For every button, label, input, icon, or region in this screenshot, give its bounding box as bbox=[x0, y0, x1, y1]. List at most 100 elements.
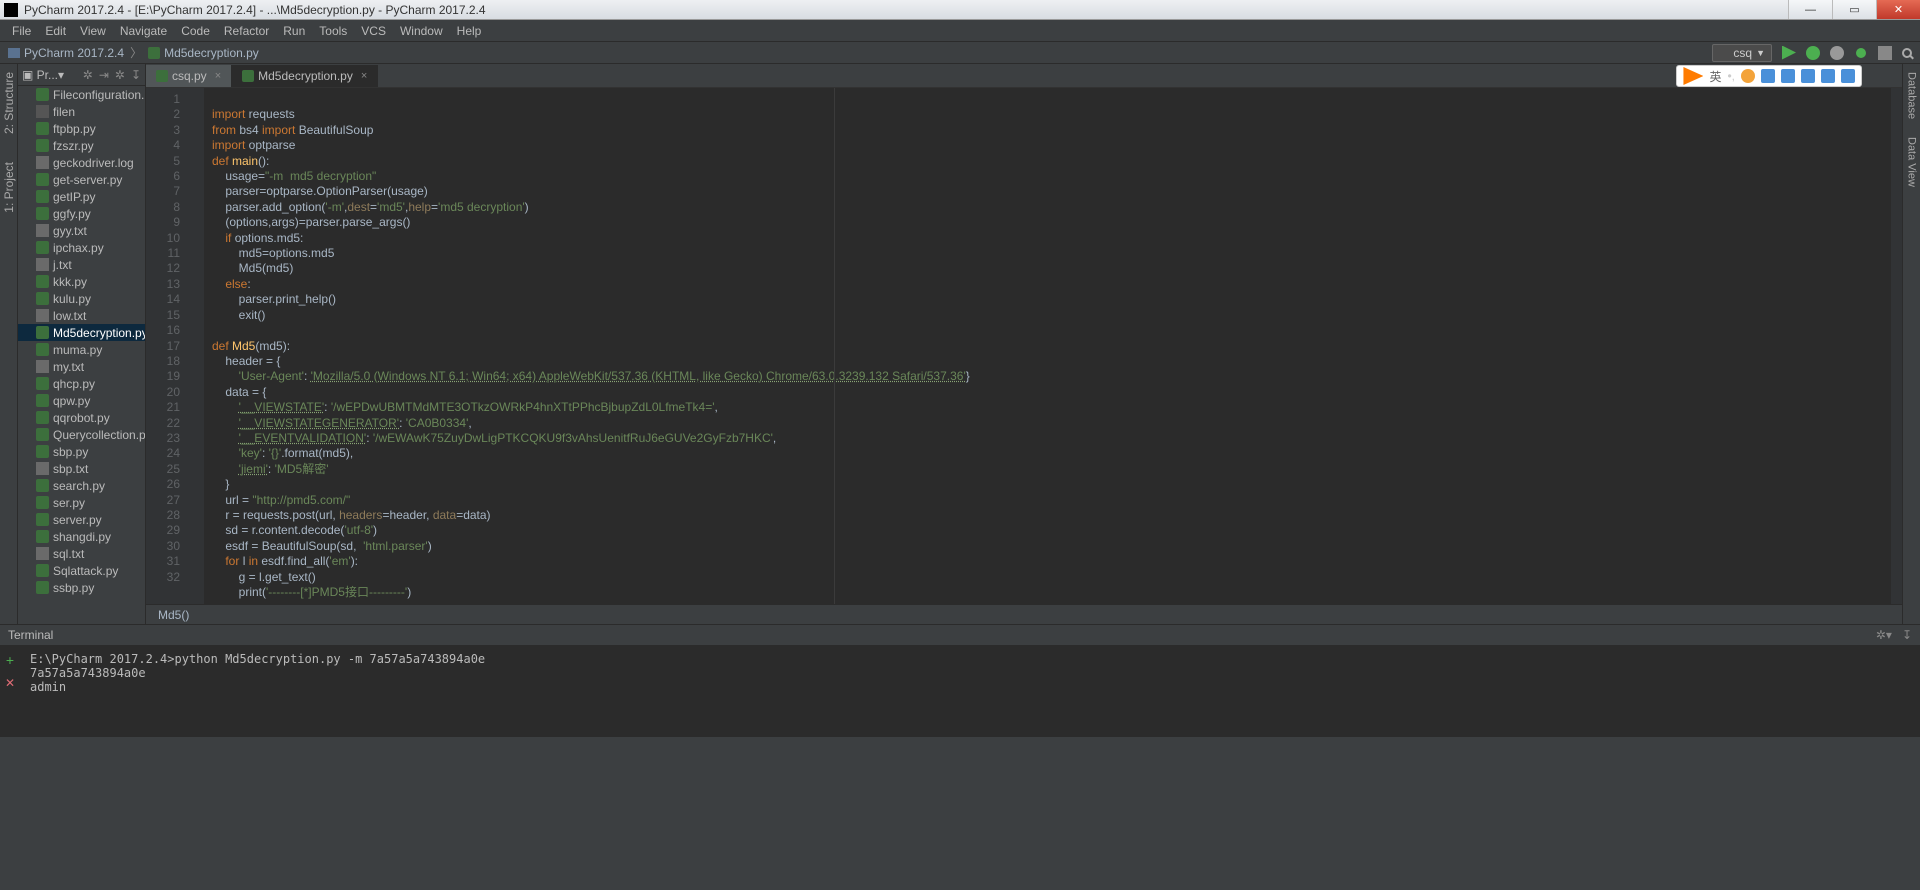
tree-item[interactable]: ser.py bbox=[18, 494, 145, 511]
sidetab-database[interactable]: Database bbox=[1906, 68, 1918, 123]
menu-run[interactable]: Run bbox=[277, 22, 311, 40]
menu-code[interactable]: Code bbox=[175, 22, 216, 40]
tree-item[interactable]: server.py bbox=[18, 511, 145, 528]
editor-wrap: csq.py× Md5decryption.py× 英 •, 123456789… bbox=[146, 64, 1902, 624]
project-gear-icon[interactable]: ✲ bbox=[115, 68, 125, 82]
menu-vcs[interactable]: VCS bbox=[355, 22, 392, 40]
sidetab-project[interactable]: 1: Project bbox=[2, 158, 16, 217]
project-header-label[interactable]: ▣ Pr...▾ bbox=[22, 68, 64, 82]
sync-icon[interactable] bbox=[1854, 46, 1868, 60]
tree-item-label: Md5decryption.py bbox=[53, 326, 145, 340]
run-icon[interactable] bbox=[1782, 46, 1796, 60]
text-file-icon bbox=[36, 156, 49, 169]
tree-item[interactable]: low.txt bbox=[18, 307, 145, 324]
structure-icon[interactable] bbox=[1878, 46, 1892, 60]
search-icon[interactable] bbox=[1902, 48, 1912, 58]
maximize-button[interactable]: ▭ bbox=[1832, 0, 1876, 19]
close-icon[interactable]: × bbox=[215, 70, 221, 82]
menu-tools[interactable]: Tools bbox=[313, 22, 353, 40]
skin-icon[interactable] bbox=[1821, 69, 1835, 83]
terminal-hide-icon[interactable]: ↧ bbox=[1902, 628, 1912, 642]
python-file-icon bbox=[36, 207, 49, 220]
editor-scrollbar[interactable] bbox=[1890, 88, 1902, 604]
python-icon bbox=[242, 70, 254, 82]
tree-item[interactable]: ipchax.py bbox=[18, 239, 145, 256]
tree-item[interactable]: qqrobot.py bbox=[18, 409, 145, 426]
close-icon[interactable]: × bbox=[361, 70, 367, 82]
run-config-selector[interactable]: csq▼ bbox=[1712, 44, 1772, 62]
close-button[interactable]: ✕ bbox=[1876, 0, 1920, 19]
settings-icon[interactable] bbox=[1841, 69, 1855, 83]
tree-item[interactable]: ssbp.py bbox=[18, 579, 145, 596]
tab-md5decryption[interactable]: Md5decryption.py× bbox=[232, 65, 378, 87]
menu-navigate[interactable]: Navigate bbox=[114, 22, 173, 40]
tree-item[interactable]: sql.txt bbox=[18, 545, 145, 562]
project-collapse-icon[interactable]: ⇥ bbox=[99, 68, 109, 82]
tree-item[interactable]: kulu.py bbox=[18, 290, 145, 307]
menu-edit[interactable]: Edit bbox=[39, 22, 72, 40]
tree-item[interactable]: shangdi.py bbox=[18, 528, 145, 545]
tree-item-label: kulu.py bbox=[53, 292, 91, 306]
tree-item[interactable]: fzszr.py bbox=[18, 137, 145, 154]
python-file-icon bbox=[36, 292, 49, 305]
terminal-gear-icon[interactable]: ✲▾ bbox=[1876, 628, 1892, 642]
crumb-file[interactable]: Md5decryption.py bbox=[148, 46, 259, 60]
sidetab-structure[interactable]: 2: Structure bbox=[2, 68, 16, 138]
tree-item[interactable]: ftpbp.py bbox=[18, 120, 145, 137]
tree-item-label: Sqlattack.py bbox=[53, 564, 118, 578]
project-settings-icon[interactable]: ✲ bbox=[83, 68, 93, 82]
tree-item[interactable]: gyy.txt bbox=[18, 222, 145, 239]
debug-icon[interactable] bbox=[1806, 46, 1820, 60]
menu-refactor[interactable]: Refactor bbox=[218, 22, 275, 40]
tree-item[interactable]: filen bbox=[18, 103, 145, 120]
python-file-icon bbox=[36, 411, 49, 424]
tree-item[interactable]: j.txt bbox=[18, 256, 145, 273]
text-file-icon bbox=[36, 258, 49, 271]
menu-view[interactable]: View bbox=[74, 22, 112, 40]
code-content[interactable]: import requests from bs4 import Beautifu… bbox=[204, 88, 1890, 604]
line-gutter: 1234567891011121314151617181920212223242… bbox=[146, 88, 190, 604]
fold-column[interactable] bbox=[190, 88, 204, 604]
ime-lang[interactable]: 英 bbox=[1709, 68, 1721, 85]
tree-item[interactable]: qhcp.py bbox=[18, 375, 145, 392]
menu-window[interactable]: Window bbox=[394, 22, 449, 40]
terminal-output[interactable]: E:\PyCharm 2017.2.4>python Md5decryption… bbox=[20, 646, 1920, 736]
tree-item[interactable]: geckodriver.log bbox=[18, 154, 145, 171]
tree-item[interactable]: Querycollection.py bbox=[18, 426, 145, 443]
tree-item-label: qpw.py bbox=[53, 394, 90, 408]
python-icon bbox=[148, 47, 160, 59]
text-file-icon bbox=[36, 360, 49, 373]
tree-item[interactable]: sbp.txt bbox=[18, 460, 145, 477]
tab-csq[interactable]: csq.py× bbox=[146, 65, 232, 87]
keyboard-icon[interactable] bbox=[1781, 69, 1795, 83]
tree-item[interactable]: qpw.py bbox=[18, 392, 145, 409]
terminal-close-icon[interactable]: ✕ bbox=[5, 676, 15, 690]
emoji-icon[interactable] bbox=[1741, 69, 1755, 83]
tree-item[interactable]: sbp.py bbox=[18, 443, 145, 460]
tree-item[interactable]: Sqlattack.py bbox=[18, 562, 145, 579]
user-icon[interactable] bbox=[1801, 69, 1815, 83]
terminal-new-icon[interactable]: + bbox=[6, 652, 14, 668]
terminal-title[interactable]: Terminal bbox=[8, 628, 53, 642]
sidetab-dataview[interactable]: Data View bbox=[1906, 133, 1918, 191]
tree-item[interactable]: kkk.py bbox=[18, 273, 145, 290]
crumb-root[interactable]: PyCharm 2017.2.4 bbox=[8, 46, 124, 60]
code-editor[interactable]: 1234567891011121314151617181920212223242… bbox=[146, 88, 1902, 604]
tree-item[interactable]: get-server.py bbox=[18, 171, 145, 188]
tree-item[interactable]: Fileconfiguration.py bbox=[18, 86, 145, 103]
ime-toolbar[interactable]: 英 •, bbox=[1676, 65, 1862, 87]
tree-item[interactable]: getIP.py bbox=[18, 188, 145, 205]
tree-item-label: fzszr.py bbox=[53, 139, 94, 153]
mic-icon[interactable] bbox=[1761, 69, 1775, 83]
tree-item[interactable]: ggfy.py bbox=[18, 205, 145, 222]
project-hide-icon[interactable]: ↧ bbox=[131, 68, 141, 82]
project-tree[interactable]: Fileconfiguration.pyfilenftpbp.py fzszr.p… bbox=[18, 86, 145, 624]
coverage-icon[interactable] bbox=[1830, 46, 1844, 60]
tree-item[interactable]: muma.py bbox=[18, 341, 145, 358]
minimize-button[interactable]: — bbox=[1788, 0, 1832, 19]
tree-item[interactable]: Md5decryption.py bbox=[18, 324, 145, 341]
tree-item[interactable]: my.txt bbox=[18, 358, 145, 375]
menu-help[interactable]: Help bbox=[451, 22, 488, 40]
menu-file[interactable]: File bbox=[6, 22, 37, 40]
tree-item[interactable]: search.py bbox=[18, 477, 145, 494]
